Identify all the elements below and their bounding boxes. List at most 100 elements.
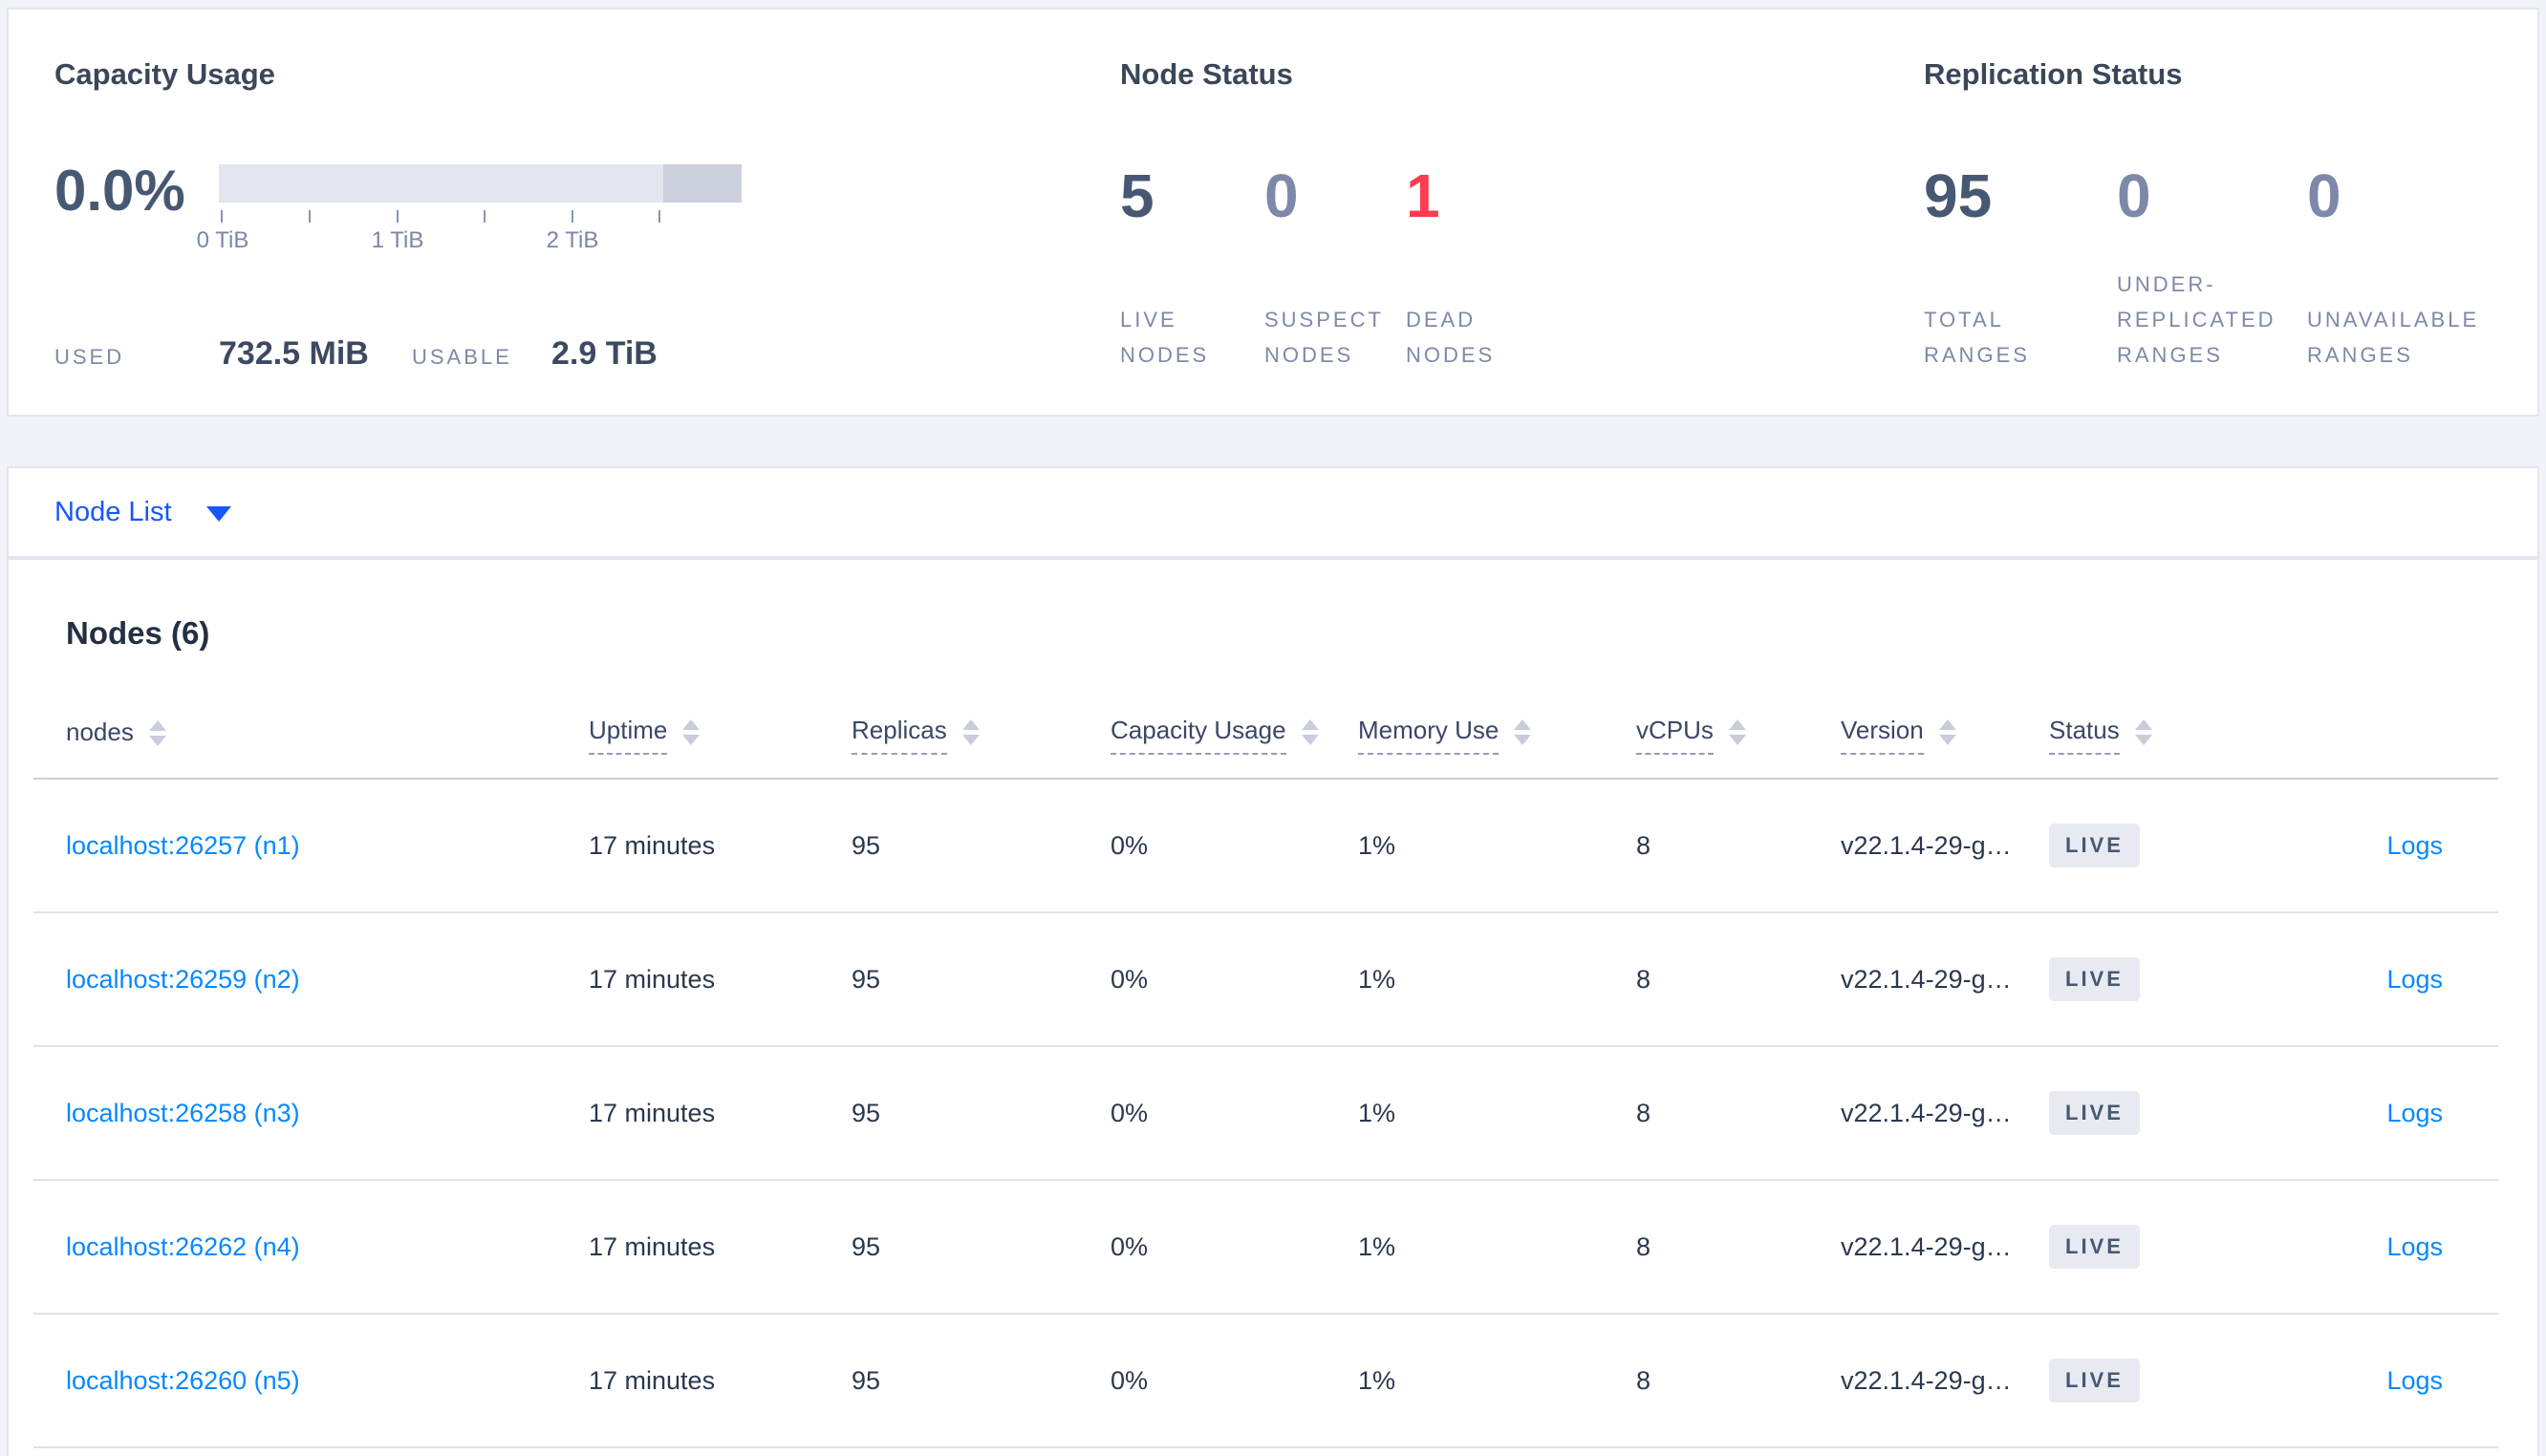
unavailable-ranges-value: 0	[2307, 161, 2341, 230]
suspect-nodes-value: 0	[1264, 161, 1299, 230]
version-cell: v22.1.4-29-g…	[1841, 1231, 2012, 1261]
dead-nodes-label: DEAD NODES	[1406, 308, 1496, 367]
version-cell: v22.1.4-29-g…	[1841, 830, 2012, 860]
capacity-cell: 0%	[1111, 1231, 1149, 1261]
version-cell: v22.1.4-29-g…	[1841, 1098, 2012, 1127]
logs-link-n1[interactable]: Logs	[2386, 831, 2443, 860]
capacity-usage-section: Capacity Usage 0.0% 0 TiB 1 TiB 2 TiB US…	[54, 52, 1048, 373]
sort-icon	[1728, 719, 1746, 745]
replication-values: 95 0 0	[1924, 159, 2499, 233]
replicas-cell: 95	[852, 964, 881, 994]
logs-link-n3[interactable]: Logs	[2386, 1099, 2443, 1127]
status-badge: LIVE	[2049, 1091, 2140, 1135]
unavailable-ranges-label: UNAVAILABLE RANGES	[2307, 308, 2480, 367]
vcpus-cell: 8	[1636, 1365, 1651, 1395]
replicas-cell: 95	[852, 1365, 881, 1395]
used-value: 732.5 MiB	[219, 335, 369, 372]
cluster-overview-page: Capacity Usage 0.0% 0 TiB 1 TiB 2 TiB US…	[0, 0, 2546, 1456]
node-row-n4: localhost:26262 (n4) 17 minutes 95 0% 1%…	[33, 1180, 2498, 1314]
capacity-cell: 0%	[1111, 964, 1149, 994]
uptime-cell: 17 minutes	[589, 1231, 716, 1261]
node-status-section: Node Status 5 0 1 LIVE NODES SUSPECT NOD…	[1120, 52, 1885, 373]
vcpus-cell: 8	[1636, 1098, 1651, 1127]
status-badge: LIVE	[2049, 957, 2140, 1001]
uptime-cell: 17 minutes	[589, 964, 716, 994]
capacity-gauge: 0.0% 0 TiB 1 TiB 2 TiB	[54, 159, 1048, 258]
node-link-n5[interactable]: localhost:26260 (n5)	[66, 1366, 300, 1395]
sort-icon	[1301, 719, 1319, 745]
replication-labels: TOTAL RANGES UNDER-REPLICATED RANGES UNA…	[1924, 267, 2499, 373]
node-link-n3[interactable]: localhost:26258 (n3)	[66, 1099, 300, 1127]
column-header-memory-use[interactable]: Memory Use	[1358, 688, 1636, 779]
node-status-title: Node Status	[1120, 57, 1293, 91]
uptime-cell: 17 minutes	[589, 1365, 716, 1395]
cluster-summary-card: Capacity Usage 0.0% 0 TiB 1 TiB 2 TiB US…	[7, 8, 2539, 417]
axis-label-2tib: 2 TiB	[546, 227, 599, 253]
caret-down-icon	[205, 506, 231, 522]
status-badge: LIVE	[2049, 1359, 2140, 1402]
sort-icon	[961, 719, 980, 745]
capacity-cell: 0%	[1111, 830, 1149, 860]
usable-label: USABLE	[412, 345, 512, 369]
version-cell: v22.1.4-29-g…	[1841, 964, 2012, 994]
replication-status-title: Replication Status	[1924, 57, 2183, 91]
capacity-bar-reserved-segment	[663, 164, 742, 203]
under-replicated-ranges-value: 0	[2117, 161, 2151, 230]
live-nodes-value: 5	[1120, 161, 1154, 230]
replication-status-section: Replication Status 95 0 0 TOTAL RANGES U…	[1924, 52, 2499, 373]
column-header-logs	[2262, 688, 2498, 779]
column-header-nodes[interactable]: nodes	[33, 688, 589, 779]
capacity-axis-labels: 0 TiB 1 TiB 2 TiB	[197, 227, 742, 258]
capacity-cell: 0%	[1111, 1098, 1149, 1127]
logs-link-n4[interactable]: Logs	[2386, 1232, 2443, 1261]
total-ranges-value: 95	[1924, 161, 1993, 230]
capacity-usage-title: Capacity Usage	[54, 57, 275, 91]
nodes-panel: Nodes (6) nodes Uptime Replicas Capacity…	[7, 558, 2539, 1456]
sort-icon	[2134, 719, 2152, 745]
node-link-n1[interactable]: localhost:26257 (n1)	[66, 831, 300, 860]
uptime-cell: 17 minutes	[589, 1098, 716, 1127]
vcpus-cell: 8	[1636, 1231, 1651, 1261]
memory-cell: 1%	[1358, 830, 1396, 860]
live-nodes-label: LIVE NODES	[1120, 308, 1210, 367]
sort-icon	[1938, 719, 1956, 745]
memory-cell: 1%	[1358, 1098, 1396, 1127]
capacity-cell: 0%	[1111, 1365, 1149, 1395]
logs-link-n5[interactable]: Logs	[2386, 1366, 2443, 1395]
status-badge: LIVE	[2049, 824, 2140, 867]
capacity-summary-row: USED 732.5 MiB USABLE 2.9 TiB	[54, 335, 1048, 373]
axis-label-0tib: 0 TiB	[196, 227, 249, 253]
column-header-replicas[interactable]: Replicas	[852, 688, 1111, 779]
used-label: USED	[54, 345, 125, 369]
memory-cell: 1%	[1358, 1365, 1396, 1395]
status-badge: LIVE	[2049, 1225, 2140, 1269]
capacity-bar-track	[219, 164, 742, 203]
column-header-status[interactable]: Status	[2049, 688, 2262, 779]
sort-icon	[148, 720, 166, 746]
node-row-n2: localhost:26259 (n2) 17 minutes 95 0% 1%…	[33, 912, 2498, 1046]
capacity-percent: 0.0%	[54, 159, 185, 223]
node-status-labels: LIVE NODES SUSPECT NODES DEAD NODES	[1120, 302, 1885, 373]
replicas-cell: 95	[852, 830, 881, 860]
vcpus-cell: 8	[1636, 830, 1651, 860]
sort-icon	[682, 719, 701, 745]
logs-link-n2[interactable]: Logs	[2386, 965, 2443, 994]
column-header-capacity-usage[interactable]: Capacity Usage	[1111, 688, 1358, 779]
vcpus-cell: 8	[1636, 964, 1651, 994]
memory-cell: 1%	[1358, 964, 1396, 994]
axis-label-1tib: 1 TiB	[371, 227, 424, 253]
column-header-vcpus[interactable]: vCPUs	[1636, 688, 1841, 779]
view-selector-dropdown[interactable]: Node List	[7, 466, 2539, 558]
view-selector-label[interactable]: Node List	[54, 497, 172, 528]
node-row-n3: localhost:26258 (n3) 17 minutes 95 0% 1%…	[33, 1046, 2498, 1180]
replicas-cell: 95	[852, 1231, 881, 1261]
node-link-n2[interactable]: localhost:26259 (n2)	[66, 965, 300, 994]
total-ranges-label: TOTAL RANGES	[1924, 308, 2030, 367]
replicas-cell: 95	[852, 1098, 881, 1127]
version-cell: v22.1.4-29-g…	[1841, 1365, 2012, 1395]
node-link-n4[interactable]: localhost:26262 (n4)	[66, 1232, 300, 1261]
column-header-version[interactable]: Version	[1841, 688, 2049, 779]
column-header-uptime[interactable]: Uptime	[589, 688, 852, 779]
usable-value: 2.9 TiB	[551, 335, 658, 372]
nodes-table: nodes Uptime Replicas Capacity Usage Mem…	[33, 688, 2498, 1448]
